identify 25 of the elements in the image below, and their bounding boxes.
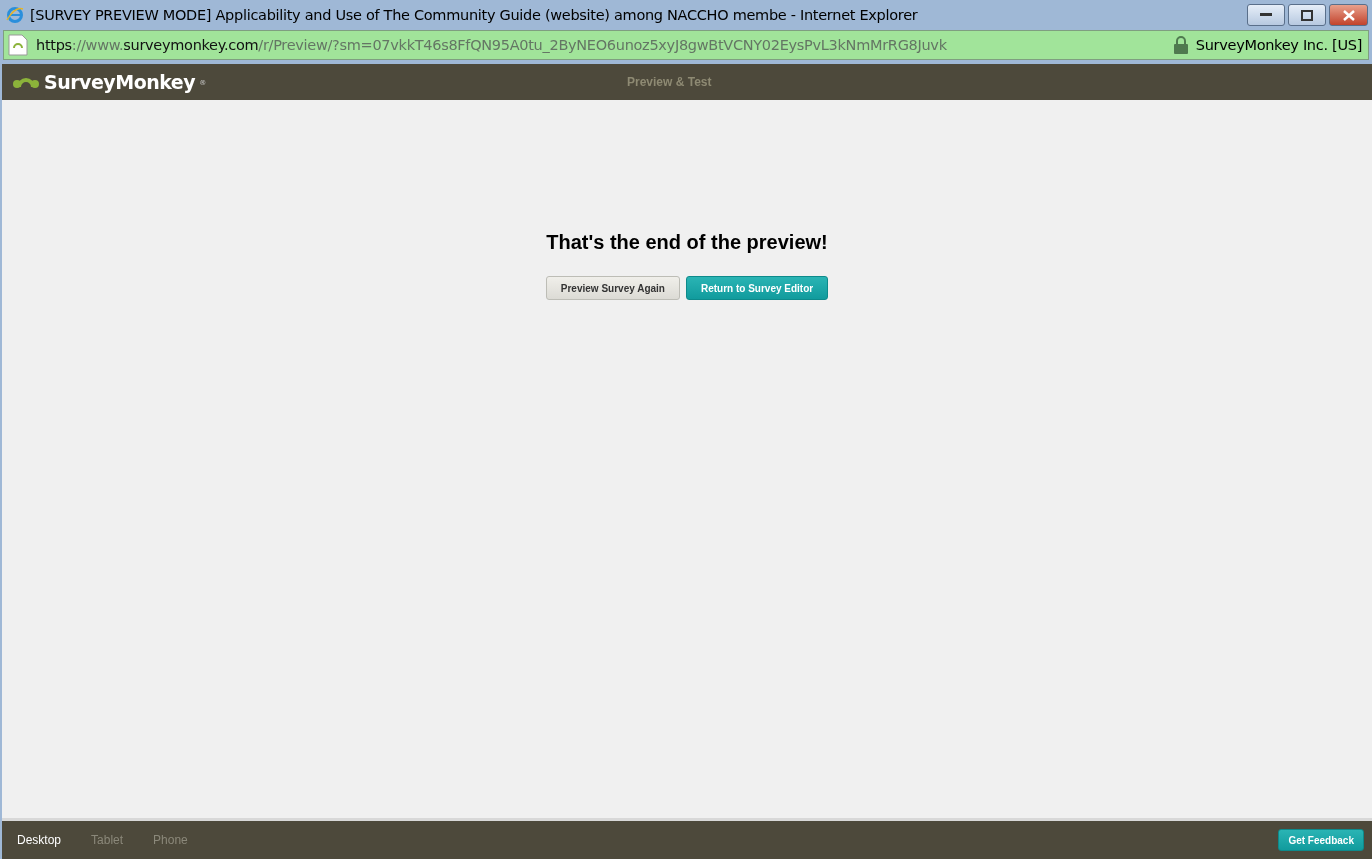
device-tab[interactable]: Desktop <box>17 833 62 847</box>
browser-logo-icon <box>6 6 24 24</box>
window-title: [SURVEY PREVIEW MODE] Applicability and Use of The Community Guide (website) among NACCHO membe - Internet Explorer <box>30 7 919 23</box>
minimize-icon <box>1260 13 1272 17</box>
url-text: https <box>36 37 72 53</box>
minimize-button[interactable] <box>1247 4 1285 26</box>
maximize-button[interactable] <box>1288 4 1326 26</box>
device-tab[interactable]: Phone <box>153 833 188 847</box>
end-heading: That's the end of the preview! <box>546 231 828 254</box>
get-feedback-button[interactable]: Get Feedback <box>1278 829 1364 851</box>
site-favicon-icon <box>8 34 28 56</box>
close-icon <box>1342 9 1355 21</box>
certificate-label: SurveyMonkey Inc. [US] <box>1195 37 1362 53</box>
device-tab[interactable]: Tablet <box>91 833 124 847</box>
address-bar[interactable]: https://www.surveymonkey.com/r/Preview/?sm=07vkkT46s8FfQN95A0tu_2ByNEO6unoz5xyJ8gwBtVCNY02EysPvL3kNmMrRG8Juvk SurveyMonkey Inc. [US] <box>3 30 1369 60</box>
maximize-icon <box>1301 9 1313 21</box>
url-text: surveymonkey.com <box>123 37 259 53</box>
close-button[interactable] <box>1329 4 1368 26</box>
url-text: ://www. <box>71 37 124 53</box>
header-title: Preview & Test <box>627 75 712 89</box>
return-editor-button[interactable]: Return to Survey Editor <box>685 276 829 300</box>
logo-text: SurveyMonkey <box>44 71 196 93</box>
url-text: /r/Preview/?sm=07vkkT46s8FfQN95A0tu_2ByNEO6unoz5xyJ8gwBtVCNY02EysPvL3kNmMrRG8Juvk <box>258 37 947 53</box>
preview-again-button[interactable]: Preview Survey Again <box>545 276 680 300</box>
lock-icon <box>1173 36 1188 54</box>
